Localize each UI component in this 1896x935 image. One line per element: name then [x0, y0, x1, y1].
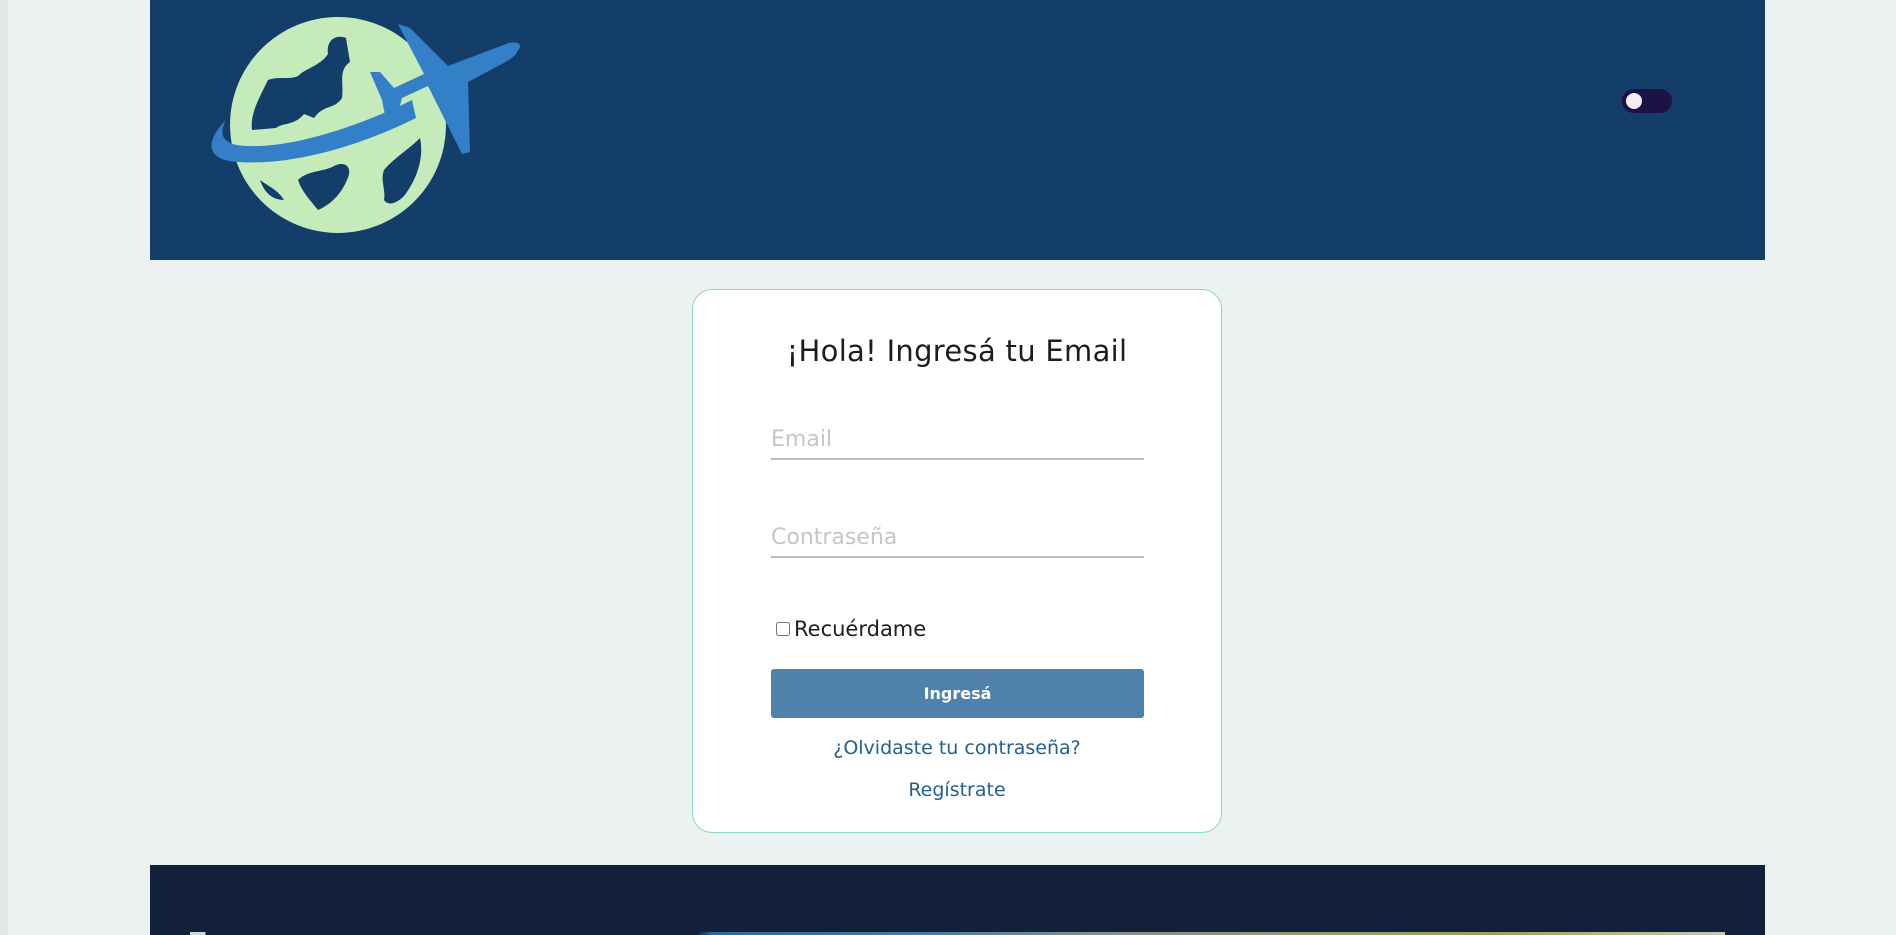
- toggle-knob: [1626, 93, 1642, 109]
- remember-label: Recuérdame: [794, 617, 927, 641]
- remember-me[interactable]: Recuérdame: [776, 617, 926, 641]
- page-edge: [0, 0, 8, 935]
- site-footer: [150, 865, 1765, 935]
- register-link[interactable]: Regístrate: [692, 779, 1222, 801]
- login-button[interactable]: Ingresá: [771, 669, 1144, 718]
- site-header: [150, 0, 1765, 260]
- forgot-password-link[interactable]: ¿Olvidaste tu contraseña?: [692, 737, 1222, 759]
- theme-toggle[interactable]: [1622, 89, 1672, 113]
- globe-airplane-icon[interactable]: [198, 10, 528, 240]
- remember-checkbox[interactable]: [776, 622, 790, 636]
- email-field[interactable]: [771, 420, 1144, 460]
- password-field[interactable]: [771, 518, 1144, 558]
- login-title: ¡Hola! Ingresá tu Email: [786, 334, 1128, 368]
